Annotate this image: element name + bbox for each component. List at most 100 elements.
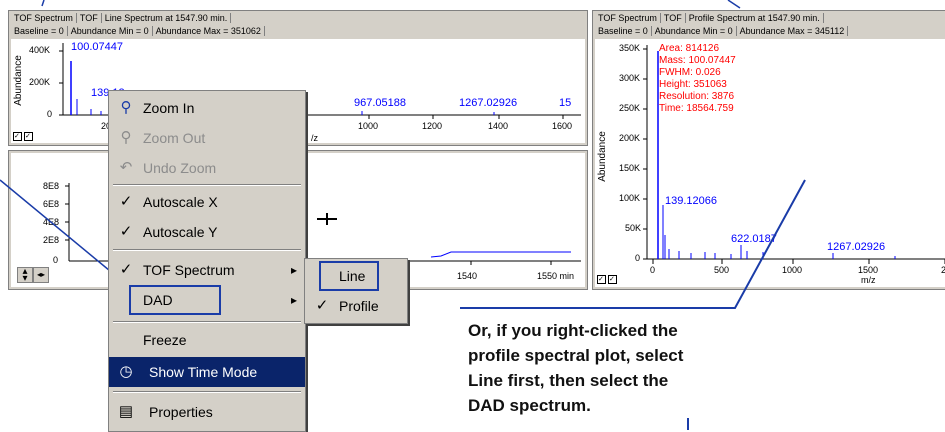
zoom-out-icon: ⚲ bbox=[120, 129, 132, 146]
left-xtick-1200: 1200 bbox=[422, 121, 443, 131]
right-ytick-0: 0 bbox=[635, 253, 641, 263]
right-tab-strip: TOF Spectrum TOF Profile Spectrum at 1547.… bbox=[595, 12, 824, 24]
chrom-ytick-2e8: 2E8 bbox=[43, 235, 60, 245]
tof-spectrum-label: TOF Spectrum bbox=[143, 262, 235, 278]
autoscale-y-check-icon: ✓ bbox=[119, 223, 133, 240]
left-ytick-0: 0 bbox=[47, 109, 53, 119]
chrom-xtick-1550: 1550 min bbox=[537, 271, 575, 281]
menu-item-freeze[interactable]: Freeze bbox=[109, 325, 305, 355]
right-spectrum-panel: TOF Spectrum TOF Profile Spectrum at 1547.… bbox=[592, 10, 945, 290]
menu-item-zoom-in[interactable]: ⚲ Zoom In bbox=[109, 93, 305, 123]
profile-check-icon: ✓ bbox=[315, 297, 329, 314]
submenu-arrow-icon: ▸ bbox=[290, 263, 297, 277]
left-tab-title: Line Spectrum at 1547.90 min. bbox=[101, 13, 232, 23]
horizontal-resize-icon[interactable]: ◂▸ bbox=[33, 267, 49, 283]
right-ytick-200k: 200K bbox=[619, 133, 641, 143]
menu-item-autoscale-x[interactable]: ✓ Autoscale X bbox=[109, 187, 305, 217]
left-peak-label-15: 15 bbox=[559, 97, 572, 109]
left-xtick-1000: 1000 bbox=[358, 121, 379, 131]
right-peak-label-1267: 1267.02926 bbox=[827, 241, 886, 253]
right-xlabel: m/z bbox=[861, 275, 876, 285]
right-peak-label-622: 622.0187 bbox=[731, 233, 777, 245]
left-tab-tof[interactable]: TOF bbox=[76, 13, 102, 23]
menu-item-autoscale-y[interactable]: ✓ Autoscale Y bbox=[109, 217, 305, 247]
menu-item-show-time-mode[interactable]: ◷ Show Time Mode bbox=[109, 357, 305, 387]
dad-submenu: Line ✓ Profile bbox=[304, 258, 408, 324]
properties-label: Properties bbox=[149, 404, 213, 420]
right-plot-area[interactable]: Abundance 350K 300K 250K 200K 150K 100K … bbox=[595, 39, 945, 287]
right-xtick-1500: 1500 bbox=[858, 265, 879, 275]
right-abundance-max: Abundance Max = 345112 bbox=[736, 26, 849, 36]
chrom-ytick-4e8: 4E8 bbox=[43, 217, 60, 227]
right-peak-label-139: 139.12066 bbox=[665, 195, 717, 207]
menu-separator bbox=[113, 321, 301, 323]
left-tab-strip: TOF Spectrum TOF Line Spectrum at 1547.90 … bbox=[11, 12, 232, 24]
caption-line-4: DAD spectrum. bbox=[468, 396, 591, 415]
chrom-ytick-8e8: 8E8 bbox=[43, 181, 60, 191]
info-area: Area: 814126 bbox=[659, 43, 720, 54]
menu-separator bbox=[113, 184, 301, 186]
right-ytick-350k: 350K bbox=[619, 43, 641, 53]
right-ytick-50k: 50K bbox=[625, 223, 642, 233]
menu-item-properties[interactable]: ▤ Properties bbox=[109, 397, 305, 427]
info-fwhm: FWHM: 0.026 bbox=[659, 67, 721, 78]
context-menu: ⚲ Zoom In ⚲ Zoom Out ↶ Undo Zoom ✓ Autos… bbox=[108, 90, 306, 432]
left-tab-tof-spectrum[interactable]: TOF Spectrum bbox=[11, 13, 77, 23]
show-time-mode-label: Show Time Mode bbox=[149, 364, 258, 380]
line-highlight-box bbox=[319, 261, 379, 291]
chrom-xtick-1540: 1540 bbox=[457, 271, 478, 281]
info-resolution: Resolution: 3876 bbox=[659, 91, 735, 102]
menu-separator bbox=[113, 249, 301, 251]
left-checkbox-2[interactable]: ✓ bbox=[24, 132, 33, 141]
right-tab-tof[interactable]: TOF bbox=[660, 13, 686, 23]
left-abundance-max: Abundance Max = 351062 bbox=[152, 26, 265, 36]
chrom-ytick-0: 0 bbox=[53, 255, 59, 265]
right-tab-title: Profile Spectrum at 1547.90 min. bbox=[685, 13, 824, 23]
chrom-ytick-6e8: 6E8 bbox=[43, 199, 60, 209]
zoom-out-label: Zoom Out bbox=[143, 130, 206, 146]
autoscale-x-check-icon: ✓ bbox=[119, 193, 133, 210]
menu-item-undo-zoom[interactable]: ↶ Undo Zoom bbox=[109, 153, 305, 183]
left-xtick-1600: 1600 bbox=[552, 121, 573, 131]
left-ylabel: Abundance bbox=[12, 55, 24, 106]
right-tab-tof-spectrum[interactable]: TOF Spectrum bbox=[595, 13, 661, 23]
undo-zoom-label: Undo Zoom bbox=[143, 160, 217, 176]
instruction-caption: Or, if you right-clicked the profile spe… bbox=[468, 318, 683, 418]
zoom-in-label: Zoom In bbox=[143, 100, 195, 116]
caption-line-3: Line first, then select the bbox=[468, 371, 669, 390]
caption-line-1: Or, if you right-clicked the bbox=[468, 321, 678, 340]
menu-separator bbox=[113, 391, 301, 393]
properties-icon: ▤ bbox=[118, 403, 134, 420]
menu-item-tof-spectrum[interactable]: ✓ TOF Spectrum ▸ bbox=[109, 255, 305, 285]
right-ytick-100k: 100K bbox=[619, 193, 641, 203]
right-xtick-500: 500 bbox=[714, 265, 730, 275]
vertical-resize-icon[interactable]: ▴ ▾ bbox=[17, 267, 33, 284]
info-mass: Mass: 100.07447 bbox=[659, 55, 736, 66]
left-info-strip: Baseline = 0 Abundance Min = 0 Abundance M… bbox=[11, 25, 265, 37]
right-baseline: Baseline = 0 bbox=[595, 26, 652, 36]
submenu-arrow-icon: ▸ bbox=[290, 293, 297, 307]
right-xtick-0: 0 bbox=[650, 265, 656, 275]
right-ylabel: Abundance bbox=[596, 131, 608, 182]
left-peak-label-100: 100.07447 bbox=[71, 41, 123, 53]
right-ytick-150k: 150K bbox=[619, 163, 641, 173]
autoscale-y-label: Autoscale Y bbox=[143, 224, 218, 240]
right-xtick-2: 2 bbox=[941, 265, 945, 275]
right-checkbox-2[interactable]: ✓ bbox=[608, 275, 617, 284]
left-peak-label-967: 967.05188 bbox=[354, 97, 406, 109]
right-checkbox-1[interactable]: ✓ bbox=[597, 275, 606, 284]
left-checkbox-1[interactable]: ✓ bbox=[13, 132, 22, 141]
right-info-strip: Baseline = 0 Abundance Min = 0 Abundance M… bbox=[595, 25, 849, 37]
undo-icon: ↶ bbox=[119, 159, 133, 176]
left-ytick-400k: 400K bbox=[29, 45, 51, 55]
caption-line-2: profile spectral plot, select bbox=[468, 346, 684, 365]
menu-item-zoom-out[interactable]: ⚲ Zoom Out bbox=[109, 123, 305, 153]
zoom-in-icon: ⚲ bbox=[120, 99, 132, 116]
right-abundance-min: Abundance Min = 0 bbox=[651, 26, 737, 36]
right-ytick-300k: 300K bbox=[619, 73, 641, 83]
right-xtick-1000: 1000 bbox=[782, 265, 803, 275]
right-ytick-250k: 250K bbox=[619, 103, 641, 113]
right-spectrum-lines bbox=[643, 45, 945, 264]
freeze-label: Freeze bbox=[143, 332, 187, 348]
submenu-item-profile[interactable]: ✓ Profile bbox=[305, 291, 407, 321]
